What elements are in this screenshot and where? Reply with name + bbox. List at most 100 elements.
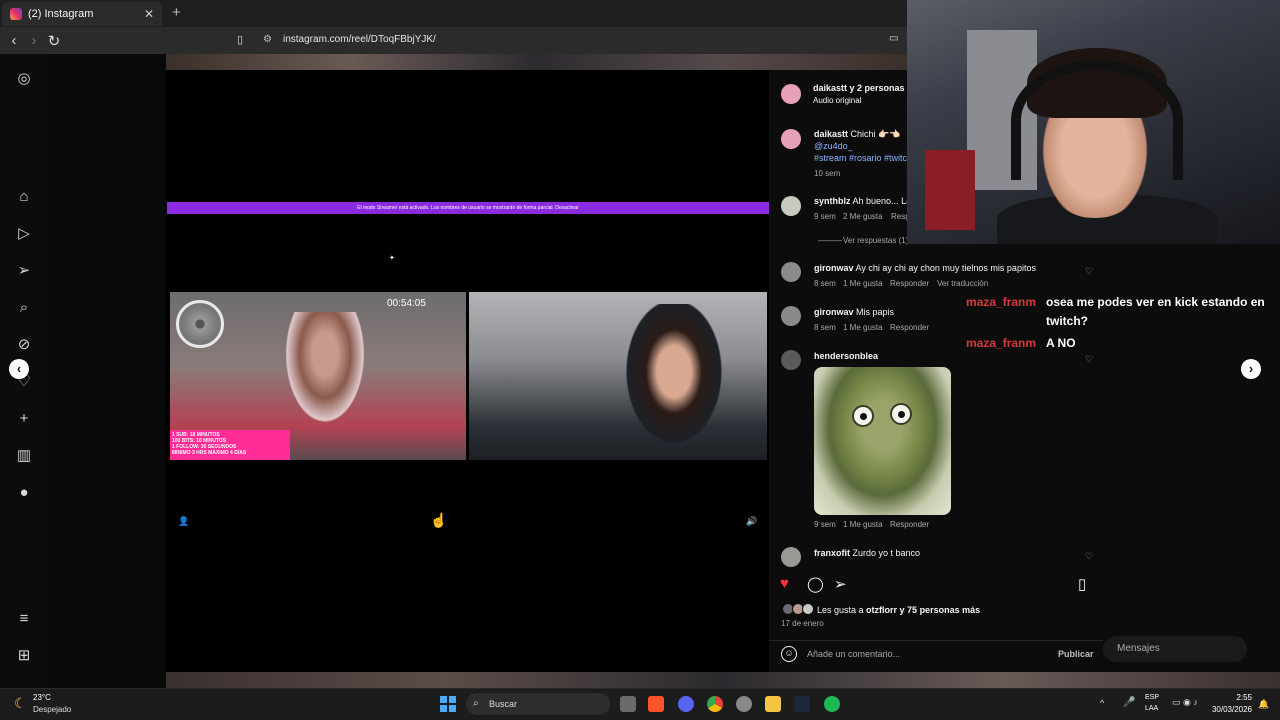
tray-overflow-icon[interactable]: ^	[1100, 698, 1104, 708]
volume-icon[interactable]: 🔊	[746, 516, 758, 528]
avatar[interactable]	[781, 262, 801, 282]
messages-widget[interactable]: Mensajes	[1103, 636, 1247, 662]
avatar[interactable]	[781, 306, 801, 326]
chrome-icon[interactable]	[707, 696, 723, 712]
likes-summary[interactable]: Les gusta a otzflorr y 75 personas más	[817, 605, 980, 615]
more-menu-icon[interactable]: ≡	[15, 610, 33, 628]
explore-icon[interactable]: ⊘	[15, 336, 33, 354]
reply-button[interactable]: Responder	[890, 279, 929, 288]
likes-user[interactable]: otzflorr	[866, 605, 897, 615]
comment-user[interactable]: gironwav	[814, 307, 854, 317]
brave-browser-icon[interactable]	[648, 696, 664, 712]
avatar[interactable]	[781, 84, 801, 104]
site-info-icon[interactable]: ⚙	[263, 34, 272, 45]
reload-icon[interactable]: ↻	[44, 32, 64, 50]
discord-icon[interactable]	[678, 696, 694, 712]
input-language[interactable]: ESP	[1145, 694, 1159, 701]
comment-likes[interactable]: 1 Me gusta	[843, 323, 883, 332]
back-icon[interactable]: ‹	[4, 32, 24, 49]
network-volume-icons[interactable]: ▭ ◉ ♪	[1172, 697, 1198, 708]
weather-condition[interactable]: Despejado	[33, 705, 71, 714]
microphone-icon[interactable]: 🎤	[1123, 697, 1135, 708]
home-icon[interactable]: ⌂	[15, 188, 33, 206]
taskbar-search-label: Buscar	[489, 699, 518, 709]
search-icon[interactable]: ⌕	[15, 299, 33, 317]
translate-button[interactable]: Ver traducción	[937, 279, 988, 288]
previous-reel-button[interactable]: ‹	[9, 359, 29, 379]
task-view-icon[interactable]	[620, 696, 636, 712]
caption-tags[interactable]: #stream #rosario #twitch	[814, 153, 907, 163]
caption-user[interactable]: daikastt	[814, 129, 848, 139]
person-left	[280, 312, 370, 432]
input-layout[interactable]: LAA	[1145, 705, 1158, 712]
share-icon[interactable]: ➢	[834, 575, 847, 593]
tab-instagram[interactable]: (2) Instagram ✕	[2, 2, 162, 26]
comment-time: 9 sem	[814, 520, 836, 529]
messages-icon[interactable]: ➢	[15, 262, 33, 280]
comment-user[interactable]: franxofit	[814, 548, 850, 558]
emoji-icon[interactable]: ☺	[781, 646, 797, 662]
file-explorer-icon[interactable]	[765, 696, 781, 712]
cursor-dot: ✦	[389, 255, 395, 262]
background-blur-strip-bottom	[166, 672, 1280, 688]
fan-shape	[176, 300, 224, 348]
save-icon[interactable]: ▯	[1078, 575, 1086, 593]
url-input[interactable]: instagram.com/reel/DToqFBbjYJK/	[283, 34, 436, 45]
avatar[interactable]	[781, 129, 801, 149]
comment-text: Ah bueno... La	[852, 196, 912, 206]
taskbar-search[interactable]: ⌕ Buscar	[466, 693, 610, 715]
turtle-eye	[890, 403, 912, 425]
comment-likes[interactable]: 1 Me gusta	[843, 520, 883, 529]
view-replies-button[interactable]: Ver respuestas (1)	[843, 236, 908, 245]
reels-icon[interactable]: ▷	[15, 225, 33, 243]
moon-weather-icon[interactable]: ☾	[14, 695, 27, 712]
tab-title: (2) Instagram	[28, 8, 94, 20]
obs-icon[interactable]	[736, 696, 752, 712]
steam-icon[interactable]	[794, 696, 810, 712]
comment-user[interactable]: hendersonblea	[814, 351, 878, 361]
comment-time: 8 sem	[814, 279, 836, 288]
comment-user[interactable]: synthblz	[814, 196, 851, 206]
clock-time[interactable]: 2:55	[1212, 693, 1252, 702]
subathon-line: MINIMO 3 HRS MÁXIMO 4 DÍAS	[172, 450, 247, 456]
likes-suffix[interactable]: y 75 personas más	[897, 605, 981, 615]
forward-icon[interactable]: ›	[24, 32, 44, 49]
chat-text: A NO	[1046, 336, 1076, 350]
spotify-icon[interactable]	[824, 696, 840, 712]
avatar[interactable]	[781, 196, 801, 216]
audio-label[interactable]: Audio original	[813, 96, 861, 105]
streamer-webcam	[907, 0, 1280, 244]
chat-text: osea me podes ver en kick estando en	[1046, 295, 1265, 309]
avatar[interactable]	[781, 350, 801, 370]
dashboard-icon[interactable]: ▥	[15, 447, 33, 465]
comment-icon[interactable]: ◯	[807, 575, 824, 593]
reply-button[interactable]: Responder	[890, 323, 929, 332]
weather-temp[interactable]: 23°C	[33, 693, 51, 702]
clock-date[interactable]: 30/03/2026	[1200, 705, 1252, 714]
comment-text: Ay chi ay chi ay chon muy tielnos mis pa…	[855, 263, 1036, 273]
cast-icon[interactable]: ▭	[889, 33, 898, 44]
like-comment-icon[interactable]: ♡	[1085, 266, 1093, 277]
notifications-bell-icon[interactable]: 🔔	[1258, 699, 1269, 710]
next-reel-button[interactable]: ›	[1241, 359, 1261, 379]
caption-mention[interactable]: @zu4do_	[814, 141, 853, 151]
comment-input[interactable]: Añade un comentario...	[807, 649, 900, 659]
instagram-logo-icon[interactable]: ◎	[15, 70, 33, 88]
windows-start-icon[interactable]	[440, 696, 456, 712]
liked-heart-icon[interactable]: ♥	[780, 575, 789, 592]
user-tag-icon[interactable]: 👤	[178, 516, 190, 528]
avatar[interactable]	[781, 547, 801, 567]
new-tab-button[interactable]: +	[172, 4, 181, 21]
reply-button[interactable]: Responder	[890, 520, 929, 529]
comment-likes[interactable]: 1 Me gusta	[843, 279, 883, 288]
comment-likes[interactable]: 2 Me gusta	[843, 212, 883, 221]
publish-button[interactable]: Publicar	[1058, 649, 1094, 659]
close-tab-icon[interactable]: ✕	[144, 7, 154, 21]
apps-icon[interactable]: ⊞	[15, 647, 33, 665]
profile-avatar[interactable]: ●	[15, 484, 33, 502]
bookmark-icon[interactable]: ▯	[237, 33, 243, 46]
comment-user[interactable]: gironwav	[814, 263, 854, 273]
comment: franxofit Zurdo yo t banco	[814, 548, 920, 558]
create-icon[interactable]: +	[15, 410, 33, 428]
like-comment-icon[interactable]: ♡	[1085, 551, 1093, 562]
